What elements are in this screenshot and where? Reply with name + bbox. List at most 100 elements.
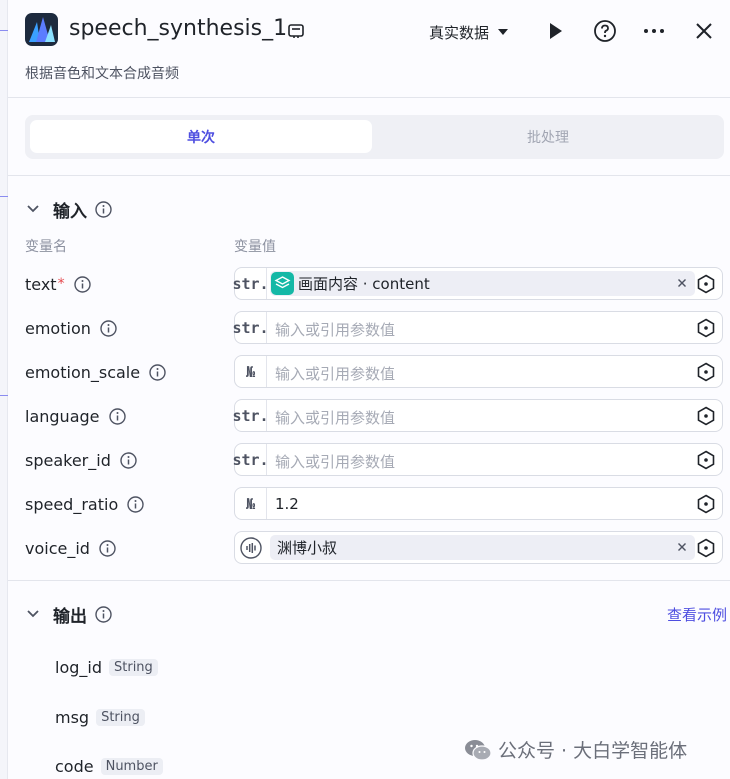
voice-chip[interactable]: 渊博小叔 bbox=[270, 535, 695, 560]
output-item-code: code Number bbox=[55, 754, 163, 778]
info-icon[interactable] bbox=[108, 407, 126, 425]
param-name: language bbox=[25, 406, 100, 426]
input-placeholder: 输入或引用参数值 bbox=[275, 453, 396, 471]
input-placeholder: 输入或引用参数值 bbox=[275, 321, 396, 339]
param-row-emotion-scale: emotion_scale № 输入或引用参数值 bbox=[8, 355, 730, 389]
info-icon[interactable] bbox=[100, 319, 117, 337]
param-name: speed_ratio bbox=[25, 494, 119, 514]
info-icon[interactable] bbox=[73, 275, 91, 293]
play-icon[interactable] bbox=[543, 19, 567, 43]
param-row-text: text * str. 画面内容 · content bbox=[8, 267, 730, 301]
info-icon[interactable] bbox=[95, 200, 112, 218]
required-mark: * bbox=[57, 276, 65, 292]
voice-id-input[interactable]: 渊博小叔 bbox=[234, 531, 723, 564]
output-section-toggle[interactable]: 输出 bbox=[25, 602, 112, 627]
output-name: log_id bbox=[55, 657, 102, 677]
type-tag[interactable]: № bbox=[235, 488, 267, 519]
voice-wave-icon bbox=[240, 537, 262, 559]
node-ref-icon[interactable] bbox=[696, 274, 716, 294]
help-icon[interactable] bbox=[593, 19, 617, 43]
param-row-emotion: emotion str. 输入或引用参数值 bbox=[8, 311, 730, 345]
edit-icon[interactable] bbox=[287, 22, 305, 40]
tab-single[interactable]: 单次 bbox=[30, 120, 372, 153]
node-ref-icon[interactable] bbox=[696, 362, 716, 382]
node-ref-icon[interactable] bbox=[696, 494, 716, 514]
type-badge: Number bbox=[100, 757, 163, 775]
clear-icon[interactable] bbox=[674, 275, 690, 291]
more-icon[interactable] bbox=[642, 19, 666, 43]
see-example-link[interactable]: 查看示例 bbox=[667, 604, 727, 625]
input-placeholder: 输入或引用参数值 bbox=[275, 365, 396, 383]
node-title[interactable]: speech_synthesis_1 bbox=[69, 16, 287, 41]
close-icon[interactable] bbox=[692, 19, 716, 43]
node-ref-icon[interactable] bbox=[696, 318, 716, 338]
tab-batch[interactable]: 批处理 bbox=[377, 120, 719, 153]
param-row-speaker-id: speaker_id str. 输入或引用参数值 bbox=[8, 443, 730, 477]
text-input[interactable]: str. 画面内容 · content bbox=[232, 267, 723, 300]
param-name: emotion_scale bbox=[25, 362, 141, 382]
column-header-value: 变量值 bbox=[234, 239, 276, 255]
param-name: emotion bbox=[25, 318, 91, 338]
edge-connector bbox=[0, 30, 8, 31]
type-tag[interactable]: str. bbox=[232, 400, 269, 431]
input-placeholder: 输入或引用参数值 bbox=[275, 409, 396, 427]
param-name: text bbox=[25, 274, 57, 294]
clear-icon[interactable] bbox=[674, 539, 690, 555]
info-icon[interactable] bbox=[120, 451, 137, 469]
param-name: voice_id bbox=[25, 538, 90, 558]
chevron-down-icon bbox=[27, 610, 39, 618]
panel-header: speech_synthesis_1 真实数据 根据音色和文本合成音频 bbox=[8, 0, 730, 98]
watermark-text: 公众号 · 大白学智能体 bbox=[498, 740, 688, 762]
variable-ref-icon bbox=[271, 272, 294, 295]
type-tag[interactable]: str. bbox=[232, 312, 269, 343]
param-row-language: language str. 输入或引用参数值 bbox=[8, 399, 730, 433]
emotion-input[interactable]: str. 输入或引用参数值 bbox=[232, 311, 723, 344]
canvas-edge bbox=[0, 0, 8, 779]
output-item-msg: msg String bbox=[55, 705, 145, 729]
data-mode-label: 真实数据 bbox=[429, 23, 490, 42]
edge-connector bbox=[0, 395, 8, 396]
type-tag[interactable]: № bbox=[235, 356, 267, 387]
info-icon[interactable] bbox=[127, 495, 144, 513]
type-tag[interactable]: str. bbox=[232, 268, 269, 299]
logo-icon bbox=[25, 13, 58, 46]
info-icon[interactable] bbox=[149, 363, 166, 381]
divider bbox=[8, 580, 730, 581]
reference-label: 画面内容 · content bbox=[298, 275, 430, 293]
speaker-id-input[interactable]: str. 输入或引用参数值 bbox=[232, 443, 723, 476]
emotion-scale-input[interactable]: № 输入或引用参数值 bbox=[234, 355, 723, 388]
param-row-voice-id: voice_id 渊博小叔 bbox=[8, 531, 730, 565]
divider bbox=[8, 175, 730, 176]
data-mode-select[interactable]: 真实数据 bbox=[429, 20, 509, 44]
input-value: 1.2 bbox=[275, 495, 299, 513]
node-ref-icon[interactable] bbox=[696, 406, 716, 426]
type-badge: String bbox=[109, 658, 158, 676]
reference-chip[interactable]: 画面内容 · content bbox=[270, 271, 695, 296]
node-ref-icon[interactable] bbox=[696, 538, 716, 558]
edge-connector bbox=[0, 196, 8, 197]
output-name: msg bbox=[55, 707, 90, 727]
output-section-title: 输出 bbox=[53, 606, 87, 627]
param-name: speaker_id bbox=[25, 450, 111, 470]
language-input[interactable]: str. 输入或引用参数值 bbox=[232, 399, 723, 432]
dropdown-caret-icon bbox=[498, 29, 509, 35]
node-panel: speech_synthesis_1 真实数据 根据音色和文本合成音频 单次 批… bbox=[8, 0, 730, 779]
voice-label: 渊博小叔 bbox=[277, 539, 338, 557]
wechat-icon bbox=[465, 739, 492, 761]
column-header-name: 变量名 bbox=[25, 239, 67, 255]
output-item-log-id: log_id String bbox=[55, 655, 158, 679]
speed-ratio-input[interactable]: № 1.2 bbox=[234, 487, 723, 520]
input-section-title: 输入 bbox=[53, 201, 87, 222]
input-section-toggle[interactable]: 输入 bbox=[25, 197, 112, 222]
node-ref-icon[interactable] bbox=[696, 450, 716, 470]
output-name: code bbox=[55, 756, 94, 776]
run-mode-tabs: 单次 批处理 bbox=[25, 115, 724, 159]
node-description: 根据音色和文本合成音频 bbox=[25, 66, 179, 82]
info-icon[interactable] bbox=[99, 539, 116, 557]
type-badge: String bbox=[96, 708, 145, 726]
param-row-speed-ratio: speed_ratio № 1.2 bbox=[8, 487, 730, 521]
watermark: 公众号 · 大白学智能体 bbox=[464, 736, 687, 763]
type-tag[interactable]: str. bbox=[232, 444, 269, 475]
info-icon[interactable] bbox=[95, 605, 112, 623]
chevron-down-icon bbox=[27, 205, 39, 213]
